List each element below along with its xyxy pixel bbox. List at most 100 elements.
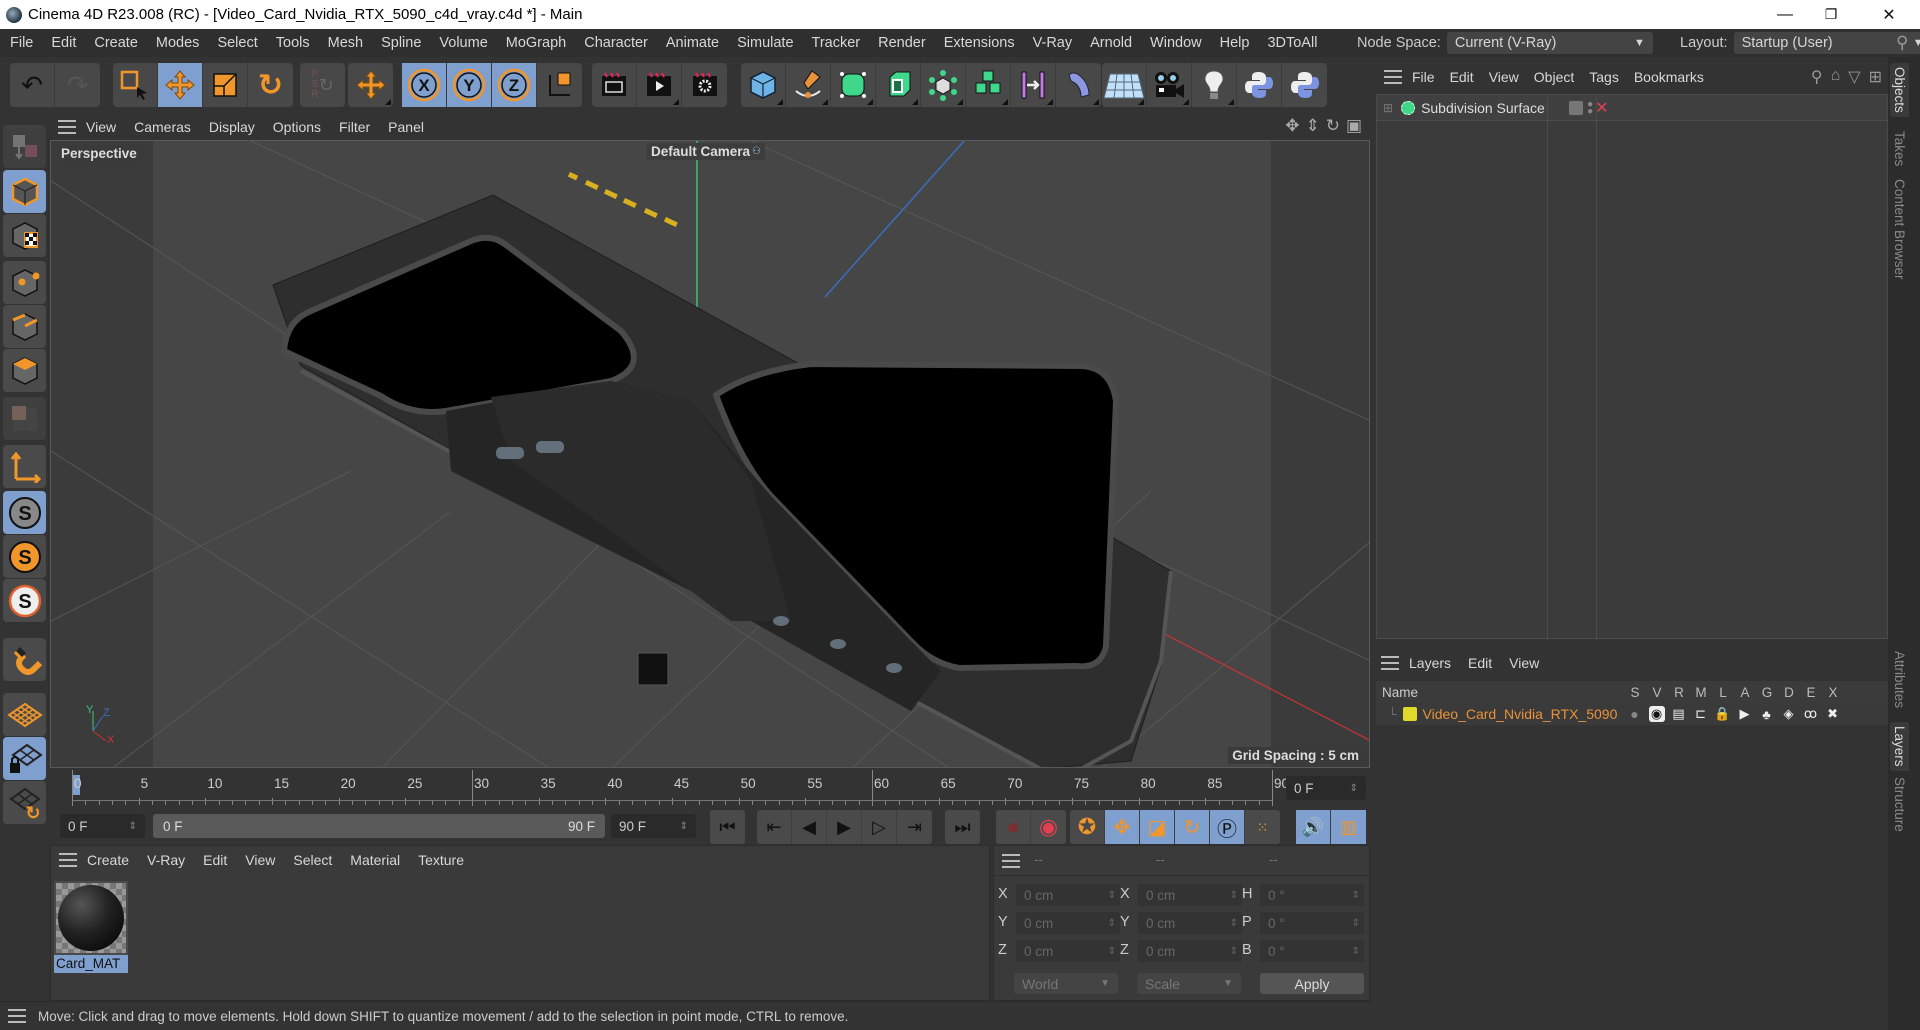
frame-range-slider[interactable]: 0 F 90 F — [153, 814, 605, 838]
coord-field-v1-x[interactable]: 0 cm ⇕ — [1016, 884, 1120, 906]
manager-hierarchy-icon[interactable]: ⊏ — [1693, 706, 1709, 722]
spinner-icon[interactable]: ⇕ — [1230, 918, 1238, 929]
render-view-button[interactable] — [592, 63, 637, 107]
material-menu-texture[interactable]: Texture — [418, 852, 474, 868]
workplane-align-button[interactable]: ↻ — [3, 781, 46, 824]
layout-dropdown[interactable]: Startup (User) ▼ — [1733, 32, 1920, 54]
end-frame-field[interactable]: 90 F ⇕ — [611, 814, 696, 838]
start-frame-field[interactable]: 0 F ⇕ — [60, 814, 145, 838]
viewport-menu-cameras[interactable]: Cameras — [134, 119, 201, 135]
menu-select[interactable]: Select — [208, 35, 266, 51]
tab-takes[interactable]: Takes — [1892, 131, 1907, 166]
spinner-icon[interactable]: ⇕ — [1108, 946, 1116, 957]
expressions-python-icon[interactable]: ꝏ — [1803, 706, 1819, 722]
layers-menu-edit[interactable]: Edit — [1468, 655, 1501, 671]
objects-menu-edit[interactable]: Edit — [1450, 69, 1481, 85]
column-header-g[interactable]: G — [1756, 685, 1778, 700]
column-header-a[interactable]: A — [1734, 685, 1756, 700]
sound-button[interactable]: 🔊 — [1296, 810, 1331, 844]
spinner-icon[interactable]: ⇕ — [1108, 918, 1116, 929]
column-header-s[interactable]: S — [1624, 685, 1646, 700]
node-space-dropdown[interactable]: Current (V-Ray) ▼ — [1446, 32, 1653, 54]
menu-tracker[interactable]: Tracker — [803, 35, 870, 51]
keyframe-selection-button[interactable]: ✪ — [1070, 810, 1105, 844]
menu-character[interactable]: Character — [575, 35, 657, 51]
layers-menu-view[interactable]: View — [1509, 655, 1548, 671]
name-column-header[interactable]: Name — [1376, 685, 1624, 700]
material-menu-create[interactable]: Create — [87, 852, 139, 868]
tab-content-browser[interactable]: Content Browser — [1892, 179, 1907, 280]
deformers-icon[interactable]: ◈ — [1781, 706, 1797, 722]
layer-color-swatch[interactable] — [1402, 707, 1417, 721]
scale-tool-button[interactable] — [203, 63, 248, 107]
3d-viewport[interactable]: Perspective Default Camera ⚇ Y Z X Grid … — [50, 140, 1370, 768]
restore-button[interactable]: ❐ — [1808, 0, 1854, 29]
material-menu-icon[interactable] — [59, 853, 77, 867]
menu-window[interactable]: Window — [1141, 35, 1211, 51]
floor-button[interactable] — [1102, 63, 1147, 107]
light-button[interactable] — [1192, 63, 1237, 107]
spinner-icon[interactable]: ⇕ — [129, 821, 137, 832]
menu-render[interactable]: Render — [869, 35, 935, 51]
menu-edit[interactable]: Edit — [42, 35, 85, 51]
menu-v-ray[interactable]: V-Ray — [1024, 35, 1082, 51]
cloner-button[interactable] — [966, 63, 1011, 107]
lock-icon[interactable]: 🔒 — [1714, 706, 1730, 722]
objects-menu-view[interactable]: View — [1489, 69, 1526, 85]
menu-modes[interactable]: Modes — [147, 35, 209, 51]
key-scale-button[interactable]: ◪ — [1140, 810, 1175, 844]
material-menu-material[interactable]: Material — [350, 852, 410, 868]
material-menu-edit[interactable]: Edit — [203, 852, 237, 868]
pan-view-icon[interactable]: ✥ — [1285, 116, 1299, 136]
menu-spline[interactable]: Spline — [372, 35, 430, 51]
edge-mode-button[interactable] — [3, 305, 46, 348]
layer-row[interactable]: └ Video_Card_Nvidia_RTX_5090 ● ◉ ▤ ⊏ 🔒 ▶… — [1376, 703, 1888, 725]
menu-extensions[interactable]: Extensions — [935, 35, 1024, 51]
menu-tools[interactable]: Tools — [267, 35, 319, 51]
tab-layers[interactable]: Layers — [1890, 722, 1909, 771]
objects-menu-icon[interactable] — [1384, 70, 1402, 84]
column-header-v[interactable]: V — [1646, 685, 1668, 700]
x-axis-lock-button[interactable]: X — [402, 63, 447, 107]
key-parameter-button[interactable]: Ⓟ — [1210, 810, 1245, 844]
next-key-button[interactable]: ⇥ — [897, 810, 932, 844]
axis-mode-button[interactable] — [3, 445, 46, 488]
menu-create[interactable]: Create — [85, 35, 147, 51]
record-active-objects-button[interactable]: ● — [996, 810, 1031, 844]
tab-structure[interactable]: Structure — [1892, 777, 1907, 832]
pen-button[interactable] — [786, 63, 831, 107]
subdivision-surface-button[interactable] — [831, 63, 876, 107]
disabled-x-icon[interactable]: ✕ — [1595, 98, 1608, 118]
home-icon[interactable]: ⌂ — [1831, 67, 1841, 87]
coord-field-v3-b[interactable]: 0 ° ⇕ — [1260, 940, 1364, 962]
object-row[interactable]: ⊞ Subdivision Surface ● ● ✕ — [1377, 95, 1887, 121]
autokeying-button[interactable]: ◉ — [1031, 810, 1066, 844]
visible-eye-icon[interactable]: ◉ — [1648, 706, 1665, 722]
objects-menu-bookmarks[interactable]: Bookmarks — [1634, 69, 1711, 85]
redo-button[interactable]: ↷ — [55, 63, 100, 107]
tab-attributes[interactable]: Attributes — [1892, 651, 1907, 708]
viewport-menu-panel[interactable]: Panel — [388, 119, 434, 135]
render-to-picture-viewer-button[interactable] — [637, 63, 682, 107]
previous-frame-button[interactable]: ◀ — [792, 810, 827, 844]
viewport-menu-options[interactable]: Options — [273, 119, 331, 135]
snap-button[interactable] — [3, 638, 46, 681]
menu-simulate[interactable]: Simulate — [728, 35, 802, 51]
spinner-icon[interactable]: ⇕ — [1352, 918, 1360, 929]
cube-button[interactable] — [741, 63, 786, 107]
material-menu-v-ray[interactable]: V-Ray — [147, 852, 195, 868]
camera-button[interactable] — [1147, 63, 1192, 107]
objects-menu-file[interactable]: File — [1412, 69, 1442, 85]
orbit-view-icon[interactable]: ↻ — [1326, 116, 1340, 136]
timeline-ruler[interactable]: 0 5 10 15 20 25 30 35 40 45 50 55 60 65 70 75 80 85 90 0 F… — [50, 768, 1370, 808]
coord-field-v1-y[interactable]: 0 cm ⇕ — [1016, 912, 1120, 934]
column-header-l[interactable]: L — [1712, 685, 1734, 700]
locked-workplane-button[interactable] — [3, 737, 46, 780]
column-header-m[interactable]: M — [1690, 685, 1712, 700]
workplane-button[interactable] — [3, 693, 46, 736]
go-to-end-button[interactable]: ⏭ — [945, 810, 980, 844]
status-menu-icon[interactable] — [8, 1009, 26, 1023]
menu-help[interactable]: Help — [1211, 35, 1259, 51]
rotate-tool-button[interactable]: ↻ — [248, 63, 293, 107]
expand-icon[interactable]: ⊞ — [1383, 101, 1393, 115]
